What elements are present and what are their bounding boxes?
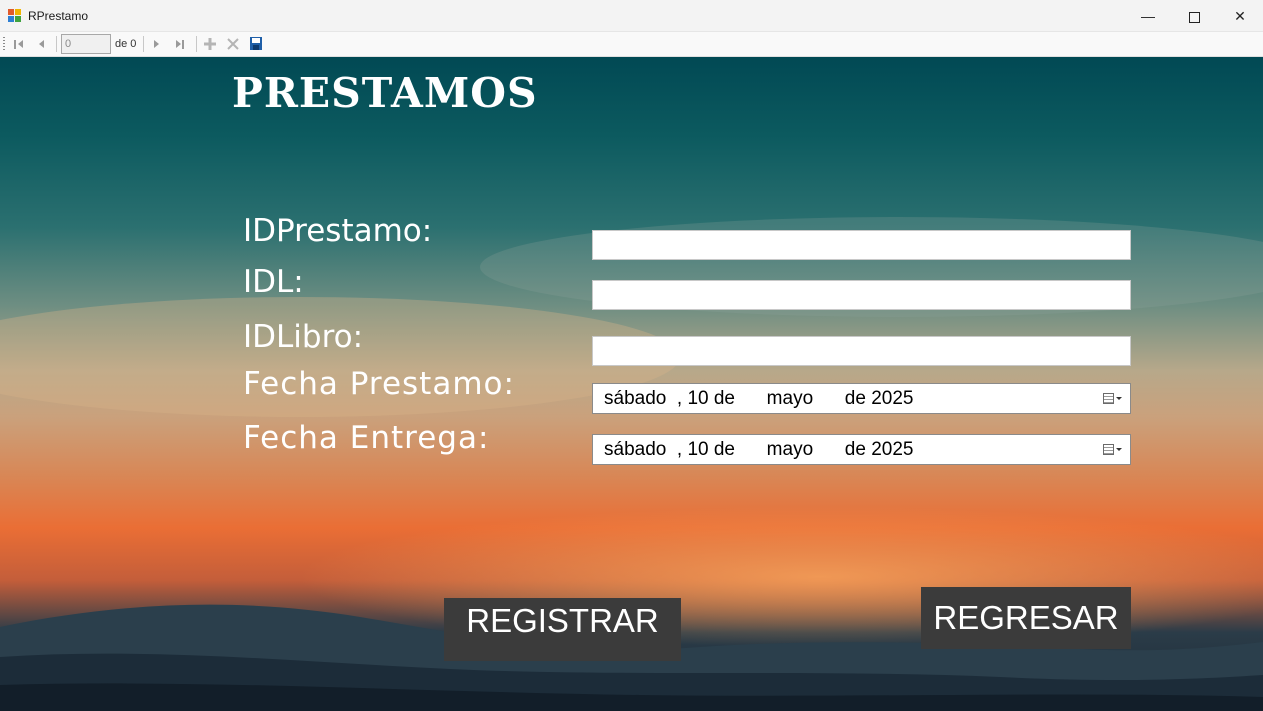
id-libro-input[interactable]: [592, 336, 1131, 366]
close-button[interactable]: ✕: [1217, 0, 1263, 32]
idl-label: IDL:: [243, 264, 304, 300]
calendar-icon[interactable]: [1103, 444, 1114, 455]
calendar-icon[interactable]: [1103, 393, 1114, 404]
toolbar-separator: [143, 36, 144, 52]
chevron-down-icon[interactable]: [1116, 397, 1122, 400]
id-prestamo-label: IDPrestamo:: [243, 213, 433, 249]
title-bar: RPrestamo — ✕: [0, 0, 1263, 32]
maximize-icon: [1188, 11, 1200, 23]
move-next-button[interactable]: [148, 35, 166, 53]
window-title: RPrestamo: [28, 9, 89, 23]
chevron-down-icon[interactable]: [1116, 448, 1122, 451]
fecha-entrega-datepicker[interactable]: sábado , 10 de mayo de 2025: [592, 434, 1131, 465]
move-previous-button[interactable]: [33, 35, 51, 53]
delete-icon: [227, 38, 239, 50]
close-icon: ✕: [1234, 8, 1246, 24]
id-libro-label: IDLibro:: [243, 319, 364, 355]
id-prestamo-input[interactable]: [592, 230, 1131, 260]
fecha-entrega-value: sábado , 10 de mayo de 2025: [604, 439, 914, 460]
toolbar-separator: [196, 36, 197, 52]
fecha-prestamo-datepicker[interactable]: sábado , 10 de mayo de 2025: [592, 383, 1131, 414]
binding-navigator: 0 de 0: [0, 32, 1263, 57]
record-count-label: de 0: [115, 38, 137, 50]
move-next-icon: [154, 40, 159, 48]
plus-icon: [204, 38, 216, 50]
fecha-prestamo-label: Fecha Prestamo:: [243, 366, 515, 402]
maximize-button[interactable]: [1171, 0, 1217, 32]
app-icon: [8, 9, 22, 23]
position-input[interactable]: 0: [61, 34, 111, 54]
minimize-button[interactable]: —: [1125, 0, 1171, 32]
toolbar-separator: [56, 36, 57, 52]
save-icon: [250, 37, 262, 50]
page-title: PRESTAMOS: [232, 69, 538, 117]
toolbar-grip[interactable]: [3, 37, 5, 52]
regresar-button[interactable]: REGRESAR: [921, 587, 1131, 649]
move-last-button[interactable]: [172, 35, 190, 53]
registrar-button[interactable]: REGISTRAR: [444, 598, 681, 661]
idl-input[interactable]: [592, 280, 1131, 310]
delete-button[interactable]: [224, 35, 242, 53]
save-button[interactable]: [247, 35, 265, 53]
form-area: PRESTAMOS IDPrestamo: IDL: IDLibro: Fech…: [0, 57, 1263, 711]
add-new-button[interactable]: [201, 35, 219, 53]
move-previous-icon: [39, 40, 44, 48]
fecha-entrega-label: Fecha Entrega:: [243, 420, 490, 456]
move-first-button[interactable]: [10, 35, 28, 53]
fecha-prestamo-value: sábado , 10 de mayo de 2025: [604, 388, 914, 409]
minimize-icon: —: [1141, 8, 1155, 24]
